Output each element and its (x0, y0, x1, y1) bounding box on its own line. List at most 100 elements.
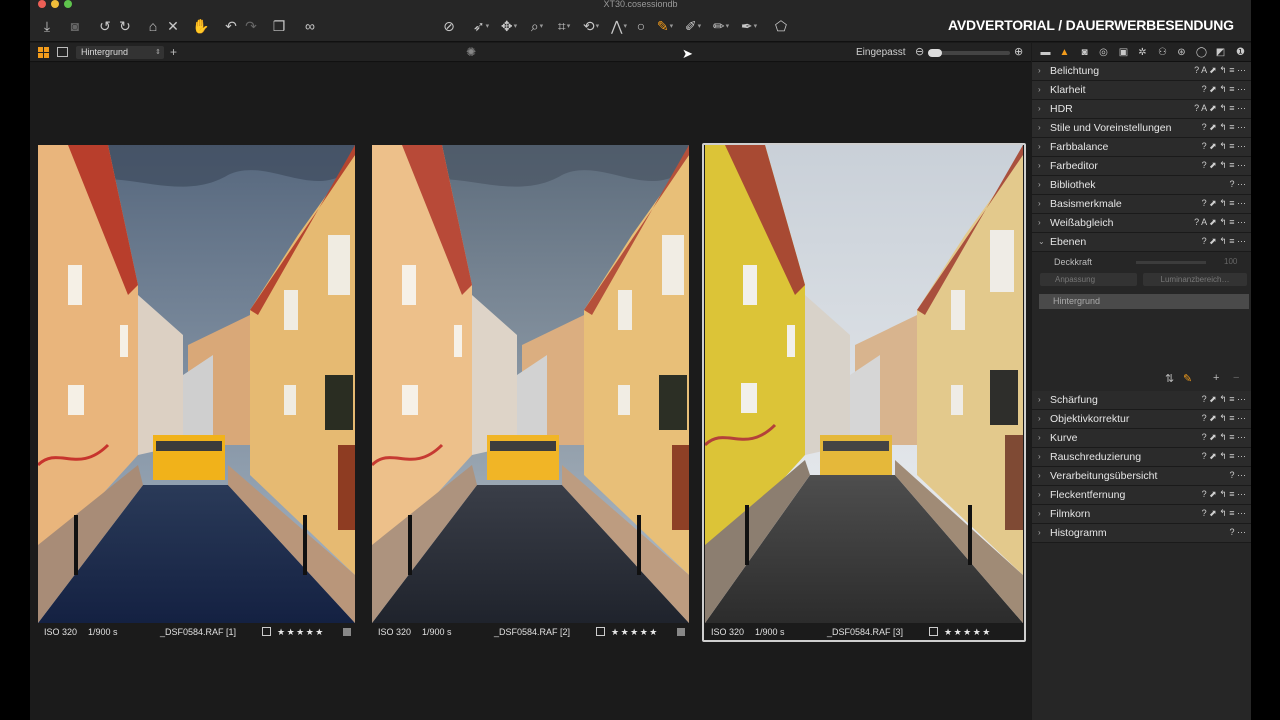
tool-actions-icons[interactable]: ? ⬈ ↰ ≡ ··· (1202, 451, 1246, 462)
chevron-icon[interactable]: › (1038, 199, 1041, 208)
tool-actions-icons[interactable]: ? ⬈ ↰ ≡ ··· (1202, 394, 1246, 405)
tool-row-belichtung[interactable]: › Belichtung ? A ⬈ ↰ ≡ ··· (1032, 62, 1251, 81)
tool-actions-icons[interactable]: ? ⬈ ↰ ≡ ··· (1202, 489, 1246, 500)
rotate-right-icon[interactable]: ↻ (114, 15, 136, 37)
chevron-icon[interactable]: ⌄ (1038, 237, 1045, 246)
tool-actions-icons[interactable]: ? ⬈ ↰ ≡ ··· (1202, 122, 1246, 133)
tool-actions-icons[interactable]: ? ··· (1230, 527, 1247, 537)
star-rating[interactable]: ★★★★★ (611, 627, 659, 638)
tab-gear-icon[interactable]: ✲ (1136, 46, 1149, 59)
star-rating[interactable]: ★★★★★ (944, 627, 992, 638)
tab-circle-icon[interactable]: ◯ (1195, 46, 1208, 59)
luminance-range-button[interactable]: Luminanzbereich… (1143, 273, 1247, 286)
multi-view-icon[interactable] (38, 47, 49, 58)
select-checkbox[interactable] (596, 627, 605, 636)
swap-layers-icon[interactable]: ⇅ (1165, 372, 1174, 385)
tool-actions-icons[interactable]: ? A ⬈ ↰ ≡ ··· (1194, 217, 1246, 228)
photo-variant-2[interactable] (372, 145, 689, 623)
copy-adjustments-icon[interactable]: ❐ (268, 15, 290, 37)
rotate-left-icon[interactable]: ↺ (94, 15, 116, 37)
photo-variant-3[interactable] (705, 145, 1023, 623)
camera-icon[interactable]: ◙ (64, 15, 86, 37)
color-tag-icon[interactable] (677, 628, 685, 636)
tool-actions-icons[interactable]: ? ⬈ ↰ ≡ ··· (1202, 160, 1246, 171)
chevron-icon[interactable]: › (1038, 85, 1041, 94)
tool-row-verarbeitungsübersicht[interactable]: › Verarbeitungsübersicht ? ··· (1032, 467, 1251, 486)
zoom-slider[interactable] (928, 49, 1010, 57)
tab-adjust-icon[interactable]: ▲ (1058, 46, 1071, 59)
spot-removal-icon[interactable]: ○ (630, 15, 652, 37)
tool-row-schärfung[interactable]: › Schärfung ? ⬈ ↰ ≡ ··· (1032, 391, 1251, 410)
tool-row-filmkorn[interactable]: › Filmkorn ? ⬈ ↰ ≡ ··· (1032, 505, 1251, 524)
reset-icon[interactable]: ⌂ (142, 15, 164, 37)
tool-row-klarheit[interactable]: › Klarheit ? ⬈ ↰ ≡ ··· (1032, 81, 1251, 100)
chevron-icon[interactable]: › (1038, 123, 1041, 132)
tab-info-icon[interactable]: ❶ (1234, 46, 1247, 59)
chevron-icon[interactable]: › (1038, 452, 1041, 461)
add-layer-plus-icon[interactable]: + (1213, 372, 1219, 384)
tool-row-bibliothek[interactable]: › Bibliothek ? ··· (1032, 176, 1251, 195)
redo-icon[interactable]: ↷ (240, 15, 262, 37)
zoom-out-icon[interactable]: ⊖ (915, 45, 924, 58)
tool-row-rauschreduzierung[interactable]: › Rauschreduzierung ? ⬈ ↰ ≡ ··· (1032, 448, 1251, 467)
chevron-icon[interactable]: › (1038, 509, 1041, 518)
photo-variant-1[interactable] (38, 145, 355, 623)
tool-actions-icons[interactable]: ? A ⬈ ↰ ≡ ··· (1194, 65, 1246, 76)
select-checkbox[interactable] (262, 627, 271, 636)
tool-actions-icons[interactable]: ? ⬈ ↰ ≡ ··· (1202, 508, 1246, 519)
chevron-icon[interactable]: › (1038, 395, 1041, 404)
adjust-button[interactable]: Anpassung (1040, 273, 1137, 286)
layer-select[interactable]: Hintergrund ⇕ (76, 46, 164, 59)
brush-menu-icon[interactable]: ✎ (1183, 372, 1192, 385)
rotate-tool-icon[interactable]: ⟲ ▾ (580, 15, 602, 37)
zoom-in-icon[interactable]: ⊕ (1014, 45, 1023, 58)
chevron-icon[interactable]: › (1038, 218, 1041, 227)
tab-lens-icon[interactable]: ◎ (1097, 46, 1110, 59)
remove-layer-icon[interactable]: − (1233, 372, 1239, 384)
keystone-icon[interactable]: ⋀ ▾ (608, 15, 630, 37)
annotations-icon[interactable]: ⬠ (770, 15, 792, 37)
straighten-off-icon[interactable]: ⊘ (438, 15, 460, 37)
crop-icon[interactable]: ⌗ ▾ (553, 15, 575, 37)
tool-row-stile-und-voreinstellungen[interactable]: › Stile und Voreinstellungen ? ⬈ ↰ ≡ ··· (1032, 119, 1251, 138)
tab-people-icon[interactable]: ⚇ (1156, 46, 1169, 59)
chevron-icon[interactable]: › (1038, 414, 1041, 423)
tool-actions-icons[interactable]: ? ⬈ ↰ ≡ ··· (1202, 198, 1246, 209)
chevron-icon[interactable]: › (1038, 142, 1041, 151)
tool-actions-icons[interactable]: ? ⬈ ↰ ≡ ··· (1202, 413, 1246, 424)
tool-row-weißabgleich[interactable]: › Weißabgleich ? A ⬈ ↰ ≡ ··· (1032, 214, 1251, 233)
gradient-mask-icon[interactable]: ✐ ▾ (682, 15, 704, 37)
single-view-icon[interactable] (57, 47, 68, 57)
tool-actions-icons[interactable]: ? ··· (1230, 179, 1247, 189)
tool-row-basismerkmale[interactable]: › Basismerkmale ? ⬈ ↰ ≡ ··· (1032, 195, 1251, 214)
select-cursor-icon[interactable]: ➶ ▾ (470, 15, 492, 37)
tab-camera-icon[interactable]: ◙ (1078, 46, 1091, 59)
color-picker-icon[interactable]: ✒ ▾ (738, 15, 760, 37)
tool-row-ebenen[interactable]: ⌄ Ebenen ? ⬈ ↰ ≡ ··· (1032, 233, 1251, 252)
eraser-icon[interactable]: ✏ ▾ (710, 15, 732, 37)
chevron-icon[interactable]: › (1038, 433, 1041, 442)
add-layer-icon[interactable]: + (170, 45, 177, 59)
tool-row-farbbalance[interactable]: › Farbbalance ? ⬈ ↰ ≡ ··· (1032, 138, 1251, 157)
tool-row-farbeditor[interactable]: › Farbeditor ? ⬈ ↰ ≡ ··· (1032, 157, 1251, 176)
chevron-icon[interactable]: › (1038, 180, 1041, 189)
opacity-slider[interactable] (1136, 261, 1206, 264)
pan-icon[interactable]: ✥ ▾ (498, 15, 520, 37)
tool-actions-icons[interactable]: ? ⬈ ↰ ≡ ··· (1202, 432, 1246, 443)
select-checkbox[interactable] (929, 627, 938, 636)
star-rating[interactable]: ★★★★★ (277, 627, 325, 638)
hand-icon[interactable]: ✋ (190, 15, 212, 37)
tab-library-icon[interactable]: ▬ (1039, 46, 1052, 59)
chevron-icon[interactable]: › (1038, 161, 1041, 170)
tool-row-kurve[interactable]: › Kurve ? ⬈ ↰ ≡ ··· (1032, 429, 1251, 448)
tool-actions-icons[interactable]: ? ⬈ ↰ ≡ ··· (1202, 236, 1246, 247)
tool-row-histogramm[interactable]: › Histogramm ? ··· (1032, 524, 1251, 543)
tool-row-objektivkorrektur[interactable]: › Objektivkorrektur ? ⬈ ↰ ≡ ··· (1032, 410, 1251, 429)
zoom-slider-thumb[interactable] (928, 49, 942, 57)
tool-actions-icons[interactable]: ? ⬈ ↰ ≡ ··· (1202, 141, 1246, 152)
proof-glasses-icon[interactable]: ∞ (297, 15, 323, 37)
tab-output-icon[interactable]: ◩ (1214, 46, 1227, 59)
tool-actions-icons[interactable]: ? ··· (1230, 470, 1247, 480)
brush-icon[interactable]: ✎ ▾ (654, 15, 676, 37)
tab-details-icon[interactable]: ▣ (1117, 46, 1130, 59)
